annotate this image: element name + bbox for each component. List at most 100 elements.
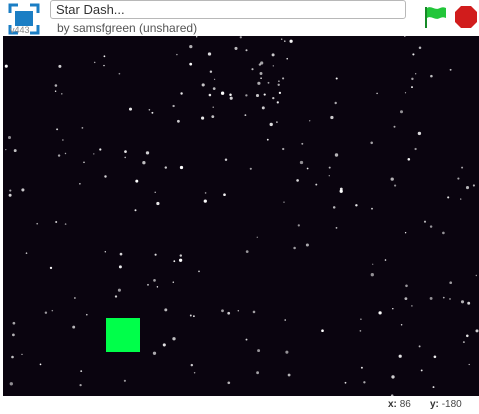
- star: [93, 61, 96, 64]
- star: [400, 323, 403, 326]
- mouse-x-label: x:: [388, 399, 397, 410]
- star: [178, 258, 183, 262]
- star: [309, 120, 311, 122]
- star: [430, 74, 433, 78]
- star: [44, 311, 48, 314]
- star: [12, 333, 15, 337]
- project-title-input[interactable]: [50, 0, 406, 19]
- star: [475, 329, 479, 333]
- star: [284, 319, 286, 321]
- star: [432, 386, 435, 389]
- star: [103, 64, 105, 67]
- star: [156, 201, 160, 206]
- star: [462, 341, 465, 344]
- star: [433, 355, 437, 359]
- star: [332, 206, 336, 209]
- star: [58, 64, 62, 68]
- star: [173, 260, 176, 263]
- star: [208, 93, 212, 97]
- star: [8, 193, 12, 197]
- star: [457, 177, 460, 180]
- star: [55, 221, 58, 223]
- star: [83, 161, 85, 164]
- star: [299, 160, 304, 165]
- star: [135, 179, 139, 183]
- star: [378, 311, 382, 315]
- star: [276, 101, 279, 104]
- star: [213, 78, 216, 80]
- star: [104, 175, 107, 178]
- player-header: v443 by samsfgreen (unshared): [0, 0, 479, 36]
- star: [114, 295, 118, 298]
- star: [417, 131, 422, 136]
- star: [466, 334, 469, 338]
- star: [251, 68, 254, 71]
- version-label: v443: [10, 25, 30, 35]
- star: [154, 191, 156, 193]
- star: [269, 122, 273, 127]
- star: [221, 309, 224, 313]
- star: [449, 68, 452, 71]
- star: [93, 153, 95, 155]
- star: [195, 36, 198, 38]
- star: [64, 152, 67, 155]
- star: [282, 147, 285, 151]
- stop-sign-icon[interactable]: [454, 5, 478, 29]
- mouse-y-readout: y: -180: [430, 399, 462, 410]
- star: [36, 222, 39, 225]
- star: [172, 337, 176, 341]
- star: [404, 92, 407, 94]
- star: [398, 354, 402, 358]
- star: [256, 371, 259, 375]
- green-flag-icon[interactable]: [422, 5, 448, 29]
- star: [201, 116, 205, 120]
- star: [411, 305, 413, 307]
- star: [164, 308, 168, 312]
- star: [328, 166, 331, 169]
- star: [447, 196, 450, 199]
- star: [190, 363, 194, 367]
- star: [249, 167, 252, 170]
- star: [234, 46, 238, 50]
- star: [61, 93, 63, 95]
- star: [72, 325, 76, 329]
- stage[interactable]: [3, 36, 479, 396]
- star: [117, 288, 121, 292]
- star: [296, 179, 299, 182]
- star: [62, 139, 64, 141]
- player-sprite: [106, 318, 140, 352]
- star: [287, 373, 291, 377]
- star: [266, 138, 269, 141]
- star: [124, 156, 127, 159]
- star: [267, 81, 270, 84]
- star: [239, 36, 242, 39]
- star: [360, 318, 362, 321]
- star: [465, 186, 470, 190]
- star: [54, 90, 57, 93]
- star: [411, 86, 413, 89]
- star: [415, 73, 417, 75]
- star: [57, 154, 61, 157]
- star: [335, 227, 338, 229]
- star: [372, 263, 374, 265]
- star: [189, 314, 192, 317]
- star: [145, 151, 150, 155]
- star: [124, 150, 127, 153]
- star: [370, 273, 374, 277]
- project-byline: by samsfgreen (unshared): [57, 21, 198, 35]
- star: [286, 57, 288, 60]
- star: [154, 253, 157, 256]
- star: [244, 114, 247, 117]
- star: [405, 284, 408, 288]
- star: [237, 310, 240, 312]
- star: [25, 252, 28, 254]
- star: [220, 91, 225, 95]
- star: [429, 225, 433, 228]
- star: [245, 338, 248, 341]
- star: [276, 121, 278, 123]
- star: [128, 107, 133, 111]
- star: [306, 167, 309, 170]
- star: [74, 297, 76, 299]
- star: [334, 153, 339, 157]
- star: [176, 53, 178, 56]
